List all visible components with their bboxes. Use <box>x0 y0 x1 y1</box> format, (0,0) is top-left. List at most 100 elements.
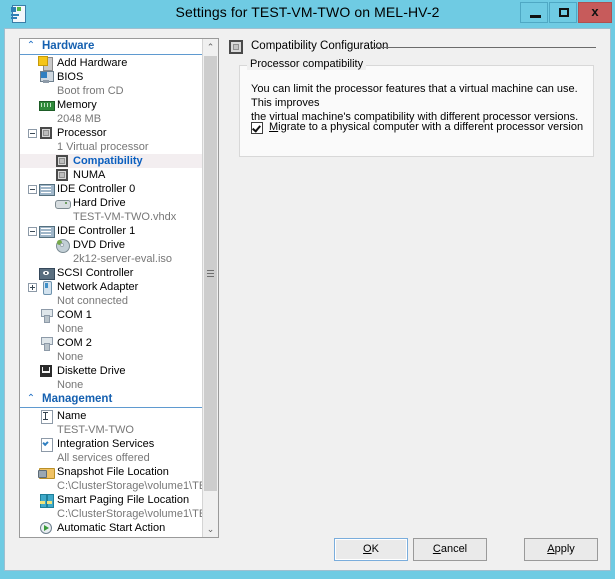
tree-item-sublabel-row: None <box>20 350 203 364</box>
memory-icon <box>38 98 55 112</box>
smart-paging-file-location-icon <box>38 493 54 508</box>
ok-accel: O <box>363 543 372 555</box>
tree-item-label: DVD Drive <box>73 239 125 251</box>
tree-item-snapshot-file-location[interactable]: Snapshot File Location <box>20 465 203 479</box>
numa-icon <box>54 168 70 182</box>
tree-item-sublabel: All services offered <box>57 452 150 464</box>
tree-item-processor[interactable]: Processor <box>20 126 203 140</box>
tree-group-management[interactable]: ⌃ Management <box>20 392 203 408</box>
bios-icon <box>38 70 54 84</box>
tree-item-sublabel-row: C:\ClusterStorage\volume1\TE... <box>20 507 203 521</box>
tree-item-sublabel: TEST-VM-TWO <box>57 424 134 436</box>
maximize-button[interactable] <box>549 2 577 23</box>
cancel-button[interactable]: Cancel <box>413 538 487 561</box>
collapse-chevron-icon[interactable]: ⌃ <box>25 393 37 405</box>
tree-item-automatic-start-action[interactable]: Automatic Start Action <box>20 521 203 535</box>
tree-item-sublabel-row: None <box>20 378 203 392</box>
tree-item-sublabel: TEST-VM-TWO.vhdx <box>73 211 177 223</box>
tree-item-label: NUMA <box>73 169 106 181</box>
tree-item-label: COM 1 <box>57 309 92 321</box>
apply-accel: A <box>547 543 555 555</box>
window-controls: x <box>519 2 612 24</box>
tree-item-label: COM 2 <box>57 337 92 349</box>
tree-item-label: Processor <box>57 127 107 139</box>
collapse-chevron-icon[interactable]: ⌃ <box>25 40 37 52</box>
tree-item-sublabel-row: 2048 MB <box>20 112 203 126</box>
tree-item-ide-controller-0[interactable]: IDE Controller 0 <box>20 182 203 196</box>
migrate-checkbox-label[interactable]: Migrate to a physical computer with a di… <box>269 121 583 133</box>
integration-services-icon <box>38 437 54 452</box>
ide-controller-icon <box>38 224 55 238</box>
snapshot-file-location-icon <box>38 465 55 479</box>
tree-item-hard-drive[interactable]: Hard Drive <box>20 196 203 210</box>
tree-item-ide-controller-1[interactable]: IDE Controller 1 <box>20 224 203 238</box>
tree-item-network-adapter[interactable]: Network Adapter <box>20 280 203 295</box>
settings-tree-list[interactable]: ⌃ Hardware Add Hardware BIOS Boot from CD Mem… <box>20 39 203 537</box>
name-icon <box>38 409 54 424</box>
tree-item-label: Snapshot File Location <box>57 466 169 478</box>
scroll-down-button[interactable]: ⌄ <box>203 521 218 537</box>
tree-item-com-2[interactable]: COM 2 <box>20 336 203 351</box>
accel-char: M <box>269 121 279 133</box>
tree-item-integration-services[interactable]: Integration Services <box>20 437 203 452</box>
tree-item-sublabel: Boot from CD <box>57 85 124 97</box>
dialog-client-area: ⌃ Hardware Add Hardware BIOS Boot from CD Mem… <box>4 28 611 571</box>
tree-item-smart-paging-file-location[interactable]: Smart Paging File Location <box>20 493 203 508</box>
tree-expander-minus-icon[interactable] <box>28 129 37 138</box>
tree-item-dvd-drive[interactable]: DVD Drive <box>20 238 203 253</box>
label-rest: igrate to a physical computer with a dif… <box>278 121 584 133</box>
tree-item-label: Automatic Start Action <box>57 522 166 534</box>
hard-drive-icon <box>54 196 71 210</box>
check-icon <box>252 123 261 133</box>
add-hardware-icon <box>38 56 54 71</box>
tree-item-sublabel: C:\ClusterStorage\volume1\TE... <box>57 508 203 520</box>
tree-item-sublabel-row: 1 Virtual processor <box>20 140 203 154</box>
tree-expander-plus-icon[interactable] <box>28 283 37 292</box>
tree-item-sublabel-row: Not connected <box>20 294 203 308</box>
tree-item-label: BIOS <box>57 71 84 83</box>
tree-item-add-hardware[interactable]: Add Hardware <box>20 56 203 71</box>
settings-tree[interactable]: ⌃ Hardware Add Hardware BIOS Boot from CD Mem… <box>19 38 219 538</box>
tree-item-label: IDE Controller 1 <box>57 225 136 237</box>
ok-button[interactable]: OK <box>334 538 408 561</box>
tree-item-diskette-drive[interactable]: Diskette Drive <box>20 364 203 378</box>
tree-expander-minus-icon[interactable] <box>28 227 37 236</box>
tree-item-sublabel: C:\ClusterStorage\volume1\TE... <box>57 480 203 492</box>
tree-item-sublabel: Not connected <box>57 295 128 307</box>
description-line-1: You can limit the processor features tha… <box>251 83 578 109</box>
title-bar[interactable]: Settings for TEST-VM-TWO on MEL-HV-2 x <box>0 0 615 28</box>
scroll-up-button[interactable]: ⌃ <box>203 39 218 55</box>
tree-item-label: Integration Services <box>57 438 155 450</box>
tree-item-bios[interactable]: BIOS <box>20 70 203 84</box>
tree-item-scsi-controller[interactable]: SCSI Controller <box>20 266 203 280</box>
tree-group-hardware[interactable]: ⌃ Hardware <box>20 39 203 55</box>
tree-item-com-1[interactable]: COM 1 <box>20 308 203 323</box>
tree-item-label: Compatibility <box>73 155 143 167</box>
tree-item-sublabel: None <box>57 323 84 335</box>
tree-item-sublabel: 2048 MB <box>57 113 102 125</box>
minimize-button[interactable] <box>520 2 548 23</box>
tree-group-label: Management <box>42 393 113 405</box>
tree-item-compatibility[interactable]: Compatibility <box>20 154 203 168</box>
processor-icon <box>38 126 54 140</box>
tree-item-sublabel-row: TEST-VM-TWO.vhdx <box>20 210 203 224</box>
ok-rest: K <box>371 543 379 555</box>
network-adapter-icon <box>38 280 54 295</box>
apply-button[interactable]: Apply <box>524 538 598 561</box>
tree-group-label: Hardware <box>42 40 95 52</box>
scrollbar-thumb[interactable] <box>204 56 217 491</box>
tree-item-label: SCSI Controller <box>57 267 134 279</box>
tree-scrollbar[interactable]: ⌃ ⌄ <box>202 39 218 537</box>
close-button[interactable]: x <box>578 2 612 23</box>
tree-item-label: Smart Paging File Location <box>57 494 190 506</box>
tree-item-numa[interactable]: NUMA <box>20 168 203 182</box>
close-icon: x <box>591 4 599 19</box>
tree-item-sublabel-row: C:\ClusterStorage\volume1\TE... <box>20 479 203 493</box>
scsi-controller-icon <box>38 266 55 280</box>
tree-item-name[interactable]: Name <box>20 409 203 424</box>
automatic-start-action-icon <box>38 521 54 535</box>
migrate-checkbox[interactable] <box>251 122 263 134</box>
tree-item-memory[interactable]: Memory <box>20 98 203 112</box>
tree-expander-minus-icon[interactable] <box>28 185 37 194</box>
settings-window: Settings for TEST-VM-TWO on MEL-HV-2 x ⌃… <box>0 0 615 579</box>
